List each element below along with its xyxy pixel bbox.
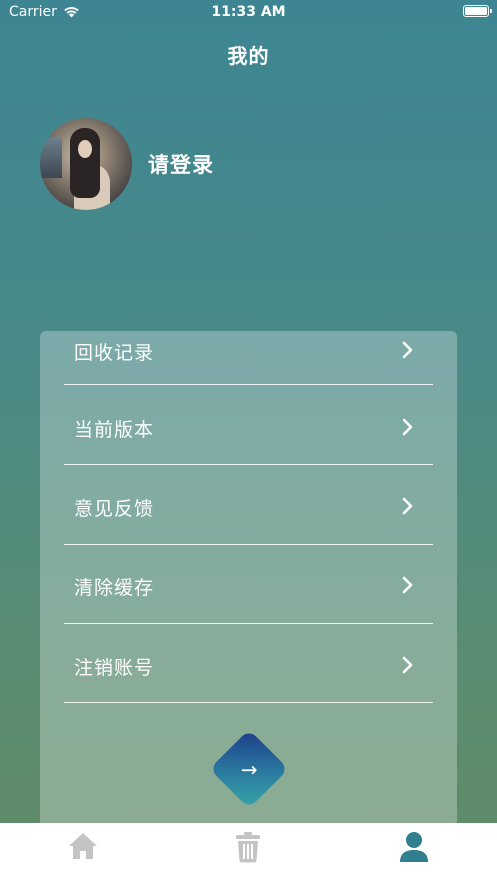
battery-icon: [463, 5, 492, 17]
home-icon: [68, 833, 97, 859]
chevron-right-icon: [402, 418, 413, 436]
menu-item-label: 当前版本: [74, 419, 155, 441]
chevron-right-icon: [402, 341, 413, 359]
menu-item-label: 注销账号: [74, 657, 155, 679]
login-prompt[interactable]: 请登录: [148, 149, 214, 179]
chevron-right-icon: [402, 576, 413, 594]
profile-section[interactable]: 请登录: [40, 118, 214, 210]
menu-item-clear-cache[interactable]: 清除缓存: [64, 545, 433, 624]
chevron-right-icon: [402, 497, 413, 515]
chevron-right-icon: [402, 656, 413, 674]
menu-item-label: 清除缓存: [74, 577, 155, 599]
status-bar: Carrier 11:33 AM: [0, 0, 497, 26]
avatar[interactable]: [40, 118, 132, 210]
menu-item-label: 回收记录: [74, 342, 155, 364]
menu-item-current-version[interactable]: 当前版本: [64, 386, 433, 465]
page-title: 我的: [227, 44, 270, 68]
status-time: 11:33 AM: [211, 4, 286, 20]
logout-button[interactable]: →: [209, 729, 289, 809]
tab-bar: [0, 823, 497, 883]
person-icon: [400, 832, 429, 862]
screen: Carrier 11:33 AM 我的 请登录 回收记录 当前版本 意见反馈 清…: [0, 0, 497, 883]
trash-icon: [236, 832, 261, 863]
menu-item-feedback[interactable]: 意见反馈: [64, 466, 433, 545]
menu-item-recycle-records[interactable]: 回收记录: [64, 306, 433, 385]
menu-item-delete-account[interactable]: 注销账号: [64, 624, 433, 703]
tab-home[interactable]: [23, 823, 143, 883]
tab-profile[interactable]: [354, 823, 474, 883]
tab-recycle[interactable]: [188, 823, 308, 883]
menu-item-label: 意见反馈: [74, 498, 155, 520]
arrow-right-icon: →: [240, 756, 258, 781]
menu-card: 回收记录 当前版本 意见反馈 清除缓存 注销账号 →: [40, 331, 457, 851]
